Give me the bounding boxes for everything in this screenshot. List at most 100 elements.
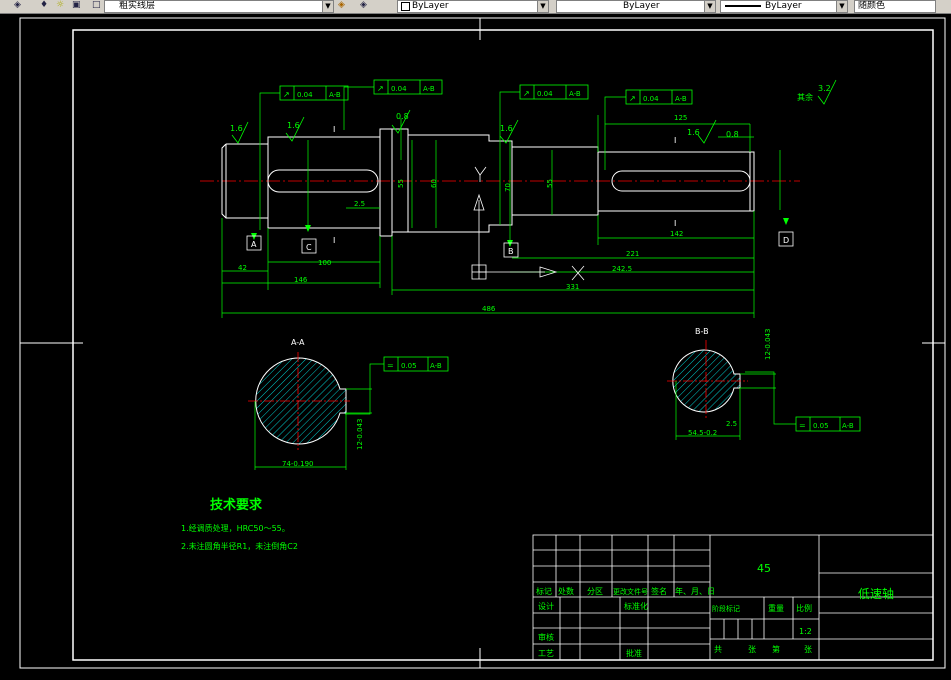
technical-requirements: 技术要求 1.经调质处理，HRC50～55。 2.未注圆角半径R1，未注倒角C2 — [181, 497, 298, 551]
svg-text:工艺: 工艺 — [538, 649, 554, 658]
svg-text:阶段标记: 阶段标记 — [712, 604, 740, 613]
sheet-frame — [19, 17, 946, 669]
lineweight-preview — [725, 5, 761, 7]
tolerance-frame-3: ↗ 0.04 A-B — [519, 84, 589, 100]
dimension-lines — [221, 115, 781, 318]
svg-text:D: D — [783, 236, 789, 245]
toolbar: ◈ ♦ ☼ ▣ □ 粗实线层 ▼ ◈ ◈ ByLayer ▼ ByLayer ▼… — [0, 0, 951, 14]
lock-icon[interactable]: ▣ — [72, 0, 81, 11]
svg-text:↗: ↗ — [523, 89, 530, 98]
svg-text:242.5: 242.5 — [612, 265, 632, 273]
cad-drawing[interactable]: ↗ 0.04 A-B ↗ 0.04 A-B ↗ 0.04 A-B ↗ 0.04 … — [0, 14, 951, 676]
tolerance-frame-1: ↗ 0.04 A-B — [279, 85, 349, 101]
svg-text:2.5: 2.5 — [726, 420, 737, 428]
svg-text:↗: ↗ — [377, 84, 384, 93]
lightbulb-icon[interactable]: ♦ — [40, 0, 48, 11]
section-a-a: A-A — [248, 338, 372, 470]
svg-text:70: 70 — [504, 183, 512, 192]
svg-text:其余: 其余 — [797, 92, 813, 102]
lineweight-dropdown-value: ByLayer — [765, 1, 802, 11]
svg-text:比例: 比例 — [796, 603, 812, 613]
linetype-dropdown[interactable]: ByLayer ▼ — [556, 0, 716, 13]
chevron-down-icon[interactable]: ▼ — [836, 1, 847, 12]
svg-text:55: 55 — [546, 179, 554, 188]
tech-line-1: 1.经调质处理，HRC50～55。 — [181, 523, 290, 533]
svg-text:0.04: 0.04 — [537, 90, 553, 98]
svg-text:100: 100 — [318, 259, 331, 267]
svg-text:↗: ↗ — [629, 94, 636, 103]
svg-text:125: 125 — [674, 114, 687, 122]
make-current-icon[interactable]: ◈ — [338, 0, 345, 11]
color-square-icon: □ — [92, 0, 101, 10]
plotstyle-dropdown[interactable]: 随颜色 — [854, 0, 936, 13]
svg-text:331: 331 — [566, 283, 579, 291]
svg-text:0.05: 0.05 — [813, 422, 829, 430]
tech-line-2: 2.未注圆角半径R1，未注倒角C2 — [181, 541, 298, 551]
svg-text:设计: 设计 — [538, 601, 554, 611]
linetype-dropdown-value: ByLayer — [623, 1, 660, 11]
svg-text:=: = — [799, 421, 806, 430]
layer-manager-icon[interactable]: ◈ — [14, 0, 21, 11]
svg-text:A-B: A-B — [675, 95, 687, 103]
layer-previous-icon[interactable]: ◈ — [360, 0, 367, 11]
svg-text:共: 共 — [714, 645, 722, 654]
chevron-down-icon[interactable]: ▼ — [322, 1, 333, 12]
svg-text:1.6: 1.6 — [500, 124, 513, 133]
svg-text:A-B: A-B — [569, 90, 581, 98]
svg-text:A-B: A-B — [430, 362, 442, 370]
svg-text:42: 42 — [238, 264, 247, 272]
svg-text:B: B — [508, 247, 514, 256]
roughness-values: 1.6 1.6 0.8 1.6 1.6 0.8 3.2 其余 — [230, 84, 831, 139]
svg-text:146: 146 — [294, 276, 308, 284]
svg-text:张: 张 — [804, 645, 812, 654]
svg-text:标准化: 标准化 — [624, 601, 648, 611]
svg-text:221: 221 — [626, 250, 639, 258]
material-value: 45 — [757, 562, 771, 575]
chevron-down-icon[interactable]: ▼ — [537, 1, 548, 12]
svg-text:I: I — [674, 219, 676, 228]
svg-text:0.04: 0.04 — [297, 91, 313, 99]
svg-text:张: 张 — [748, 645, 756, 654]
tolerance-frame-5: = 0.05 A-B — [383, 356, 449, 372]
svg-text:A: A — [251, 240, 257, 249]
svg-text:B-B: B-B — [695, 327, 709, 336]
svg-text:A-B: A-B — [842, 422, 854, 430]
svg-text:更改文件号: 更改文件号 — [613, 587, 648, 596]
svg-text:分区: 分区 — [587, 587, 603, 596]
svg-text:1.6: 1.6 — [287, 121, 300, 130]
svg-text:第: 第 — [772, 644, 780, 654]
lineweight-dropdown[interactable]: ByLayer ▼ — [720, 0, 848, 13]
svg-text:55: 55 — [397, 179, 405, 188]
sun-icon[interactable]: ☼ — [56, 0, 64, 11]
scale-value: 1:2 — [799, 627, 812, 636]
svg-text:A-B: A-B — [329, 91, 341, 99]
svg-text:142: 142 — [670, 230, 683, 238]
layer-dropdown-value: 粗实线层 — [119, 1, 156, 11]
tolerance-frame-6: = 0.05 A-B — [795, 416, 861, 432]
tech-heading: 技术要求 — [210, 497, 263, 513]
color-dropdown[interactable]: ByLayer ▼ — [397, 0, 549, 13]
svg-text:1.6: 1.6 — [687, 128, 700, 137]
svg-text:0.05: 0.05 — [401, 362, 417, 370]
svg-text:486: 486 — [482, 305, 496, 313]
svg-text:12-0.043: 12-0.043 — [356, 419, 364, 450]
svg-text:审核: 审核 — [538, 632, 554, 642]
svg-text:年、月、日: 年、月、日 — [675, 586, 715, 596]
color-swatch — [401, 2, 410, 11]
drawing-canvas[interactable]: ↗ 0.04 A-B ↗ 0.04 A-B ↗ 0.04 A-B ↗ 0.04 … — [0, 14, 951, 676]
svg-text:标记: 标记 — [536, 586, 552, 596]
svg-text:↗: ↗ — [283, 90, 290, 99]
svg-text:处数: 处数 — [558, 586, 574, 596]
chevron-down-icon[interactable]: ▼ — [704, 1, 715, 12]
svg-text:0.8: 0.8 — [726, 130, 739, 139]
layer-dropdown[interactable]: 粗实线层 ▼ — [104, 0, 334, 13]
svg-text:C: C — [306, 243, 312, 252]
svg-text:60: 60 — [430, 179, 438, 188]
svg-text:3.2: 3.2 — [818, 84, 831, 93]
svg-text:批准: 批准 — [626, 648, 642, 658]
svg-text:1.6: 1.6 — [230, 124, 243, 133]
svg-text:I: I — [333, 236, 335, 245]
ucs-icon — [471, 166, 585, 281]
svg-text:0.04: 0.04 — [643, 95, 659, 103]
tolerance-frame-4: ↗ 0.04 A-B — [625, 89, 693, 105]
